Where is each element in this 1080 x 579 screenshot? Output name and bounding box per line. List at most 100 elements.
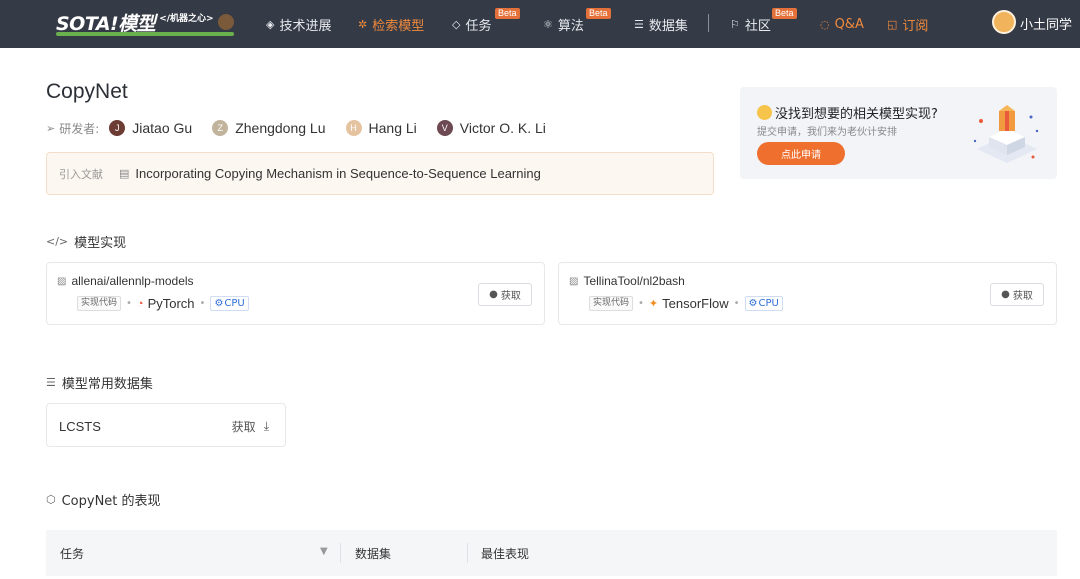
separator-dot: • [126, 298, 132, 309]
get-code-button[interactable]: ● 获取 [478, 283, 532, 306]
pytorch-icon: ◔ [136, 297, 144, 310]
column-header-best: 最佳表现 [481, 546, 530, 561]
nav-item-tech-progress[interactable]: ◈ 技术进展 [266, 0, 331, 48]
nav-label: 技术进展 [279, 18, 332, 34]
framework: ✦ TensorFlow [649, 296, 729, 311]
dataset-get-button[interactable]: 获取 ⤓ [232, 404, 269, 448]
implementation-card[interactable]: ▨ TellinaTool/nl2bash 实现代码 • ✦ TensorFlo… [558, 262, 1057, 325]
separator-dot: • [733, 298, 740, 309]
tech-icon: ◈ [266, 17, 275, 31]
algorithm-icon: ⚛ [543, 17, 553, 31]
github-icon: ● [489, 289, 498, 300]
section-title-implementations: </> 模型实现 [46, 232, 126, 251]
author-item[interactable]: Z Zhengdong Lu [212, 120, 326, 136]
author-item[interactable]: H Hang Li [345, 120, 417, 136]
paper-plane-icon: ➢ [46, 121, 56, 135]
cpu-icon: ⚙ [748, 298, 758, 309]
gift-illustration [973, 105, 1039, 163]
author-avatar: Z [212, 120, 229, 136]
author-item[interactable]: J Jiatao Gu [109, 120, 192, 136]
user-avatar[interactable] [992, 10, 1016, 34]
repo-name[interactable]: ▨ allenai/allennlp-models [57, 274, 194, 288]
database-icon: ☰ [46, 375, 56, 389]
device-badge: ⚙ CPU [210, 296, 249, 311]
nav-label: Q&A [834, 16, 864, 32]
dataset-card[interactable]: LCSTS 获取 ⤓ [46, 403, 286, 447]
implementation-card[interactable]: ▨ allenai/allennlp-models 实现代码 • ◔ PyTor… [46, 262, 545, 325]
nav-divider [708, 14, 709, 32]
repo-icon: ▨ [57, 275, 67, 287]
logo[interactable]: SOTA!模型 </机器之心> [56, 8, 234, 36]
flag-icon: ⚐ [730, 17, 740, 31]
repo-name[interactable]: ▨ TellinaTool/nl2bash [569, 274, 685, 288]
dataset-get-label: 获取 [231, 419, 256, 434]
column-divider [340, 543, 341, 563]
author-avatar: J [109, 120, 126, 136]
repo-name-text: allenai/allennlp-models [71, 274, 194, 288]
apply-button[interactable]: 点此申请 [757, 142, 845, 165]
nav-item-community[interactable]: ⚐ 社区 [730, 0, 771, 48]
device-name: CPU [758, 298, 779, 309]
implementation-meta: 实现代码 • ✦ TensorFlow • ⚙ CPU [589, 296, 783, 311]
mascot-icon [217, 14, 234, 30]
request-promo-card: 没找到想要的相关模型实现? 提交申请，我们来为老伙计安排 点此申请 [740, 87, 1057, 179]
promo-title: 没找到想要的相关模型实现? [757, 103, 938, 122]
authors-lead: ➢ 研发者: [46, 120, 99, 137]
authors-row: ➢ 研发者: J Jiatao Gu Z Zhengdong Lu H Hang… [46, 118, 566, 138]
repo-name-text: TellinaTool/nl2bash [583, 274, 685, 288]
hexagon-icon: ⬡ [46, 492, 56, 506]
separator-dot: • [199, 298, 206, 309]
citation-label: 引入文献 [59, 167, 103, 181]
nav-item-qa[interactable]: ◌ Q&A [820, 0, 864, 48]
authors-label: 研发者: [59, 121, 100, 136]
logo-subtitle: </机器之心> [159, 13, 214, 24]
nav-item-datasets[interactable]: ☰ 数据集 [634, 0, 688, 48]
code-tag: 实现代码 [589, 296, 634, 311]
get-button-label: 获取 [1012, 291, 1033, 302]
section-title-datasets: ☰ 模型常用数据集 [46, 373, 153, 392]
layers-icon: ◇ [452, 17, 461, 31]
performance-table-header: 任务 ▼ 数据集 最佳表现 [46, 530, 1057, 576]
nav-label: 订阅 [902, 18, 929, 34]
code-tag: 实现代码 [77, 296, 122, 311]
device-badge: ⚙ CPU [744, 296, 783, 311]
device-name: CPU [224, 298, 245, 309]
user-name[interactable]: 小土同学 [1020, 0, 1072, 46]
nav-label: 任务 [465, 18, 492, 34]
nav-label: 社区 [744, 18, 771, 34]
author-item[interactable]: V Victor O. K. Li [436, 120, 546, 136]
nav-item-search-model[interactable]: ✲ 检索模型 [358, 0, 424, 48]
citation-title[interactable]: Incorporating Copying Mechanism in Seque… [135, 166, 540, 181]
author-avatar: V [436, 120, 453, 136]
column-header-dataset: 数据集 [355, 546, 392, 561]
smile-emoji-icon [757, 105, 772, 120]
column-header-task: 任务 [60, 546, 85, 561]
nav-label: 算法 [557, 18, 584, 34]
beta-badge: Beta [495, 8, 520, 19]
get-code-button[interactable]: ● 获取 [990, 283, 1044, 306]
nav-item-algorithm[interactable]: ⚛ 算法 [543, 0, 584, 48]
author-name: Victor O. K. Li [459, 120, 546, 136]
cpu-icon: ⚙ [214, 298, 224, 309]
qa-icon: ◌ [820, 17, 830, 31]
database-icon: ☰ [634, 17, 644, 31]
nav-label: 检索模型 [372, 18, 425, 34]
section-title-performance: ⬡ CopyNet 的表现 [46, 490, 161, 509]
beta-badge: Beta [586, 8, 611, 19]
beta-badge: Beta [772, 8, 797, 19]
framework-name: TensorFlow [662, 296, 729, 311]
filter-icon[interactable]: ▼ [320, 546, 328, 557]
tensorflow-icon: ✦ [648, 298, 659, 310]
author-name: Hang Li [368, 120, 417, 136]
document-icon: ▤ [119, 167, 130, 180]
promo-title-text: 没找到想要的相关模型实现? [775, 107, 938, 122]
nav-item-subscribe[interactable]: ◱ 订阅 [887, 0, 928, 48]
framework: ◔ PyTorch [137, 296, 195, 311]
column-divider [467, 543, 468, 563]
section-title-text: 模型常用数据集 [61, 376, 153, 392]
nav-item-tasks[interactable]: ◇ 任务 [452, 0, 491, 48]
get-button-label: 获取 [500, 291, 521, 302]
page-title: CopyNet [46, 80, 128, 103]
author-name: Jiatao Gu [132, 120, 193, 136]
search-model-icon: ✲ [358, 17, 368, 31]
